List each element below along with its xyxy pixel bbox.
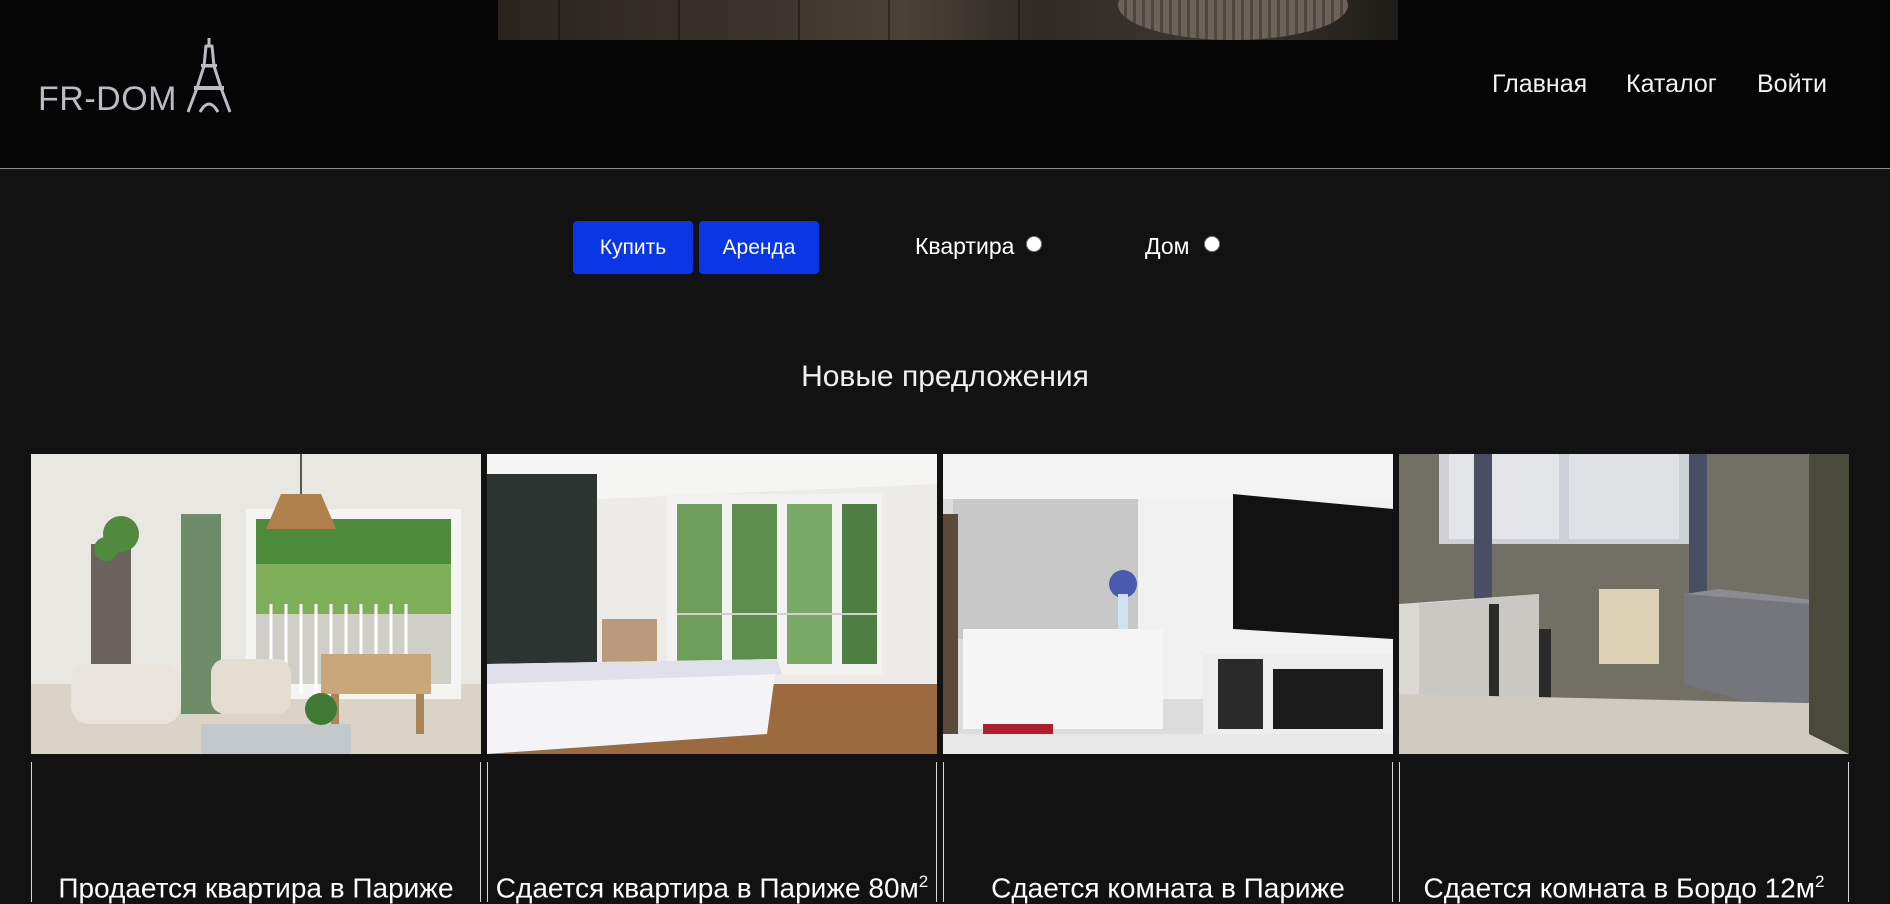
- listing-photo-living-room[interactable]: [31, 454, 481, 754]
- listing-photo-bedroom[interactable]: [487, 454, 937, 754]
- house-radio-label: Дом: [1145, 233, 1190, 259]
- listing-title[interactable]: Сдается комната в Париже: [943, 872, 1393, 904]
- listing-card[interactable]: Сдается комната в Бордо 12м2: [1399, 454, 1849, 903]
- listing-photo-kitchen[interactable]: [943, 454, 1393, 754]
- eiffel-tower-icon[interactable]: [183, 36, 235, 114]
- listing-photo-room[interactable]: [1399, 454, 1849, 754]
- apartment-radio-label: Квартира: [915, 233, 1015, 259]
- site-logo-text[interactable]: FR-DOM: [38, 80, 177, 119]
- nav-login-link[interactable]: Войти: [1757, 70, 1827, 99]
- apartment-radio[interactable]: [1026, 236, 1042, 252]
- listing-card[interactable]: Сдается комната в Париже: [943, 454, 1393, 903]
- listing-title[interactable]: Продается квартира в Париже: [31, 872, 481, 904]
- listing-title[interactable]: Сдается квартира в Париже 80м2: [487, 872, 937, 904]
- hero-image-strip: [498, 0, 1398, 40]
- listing-card[interactable]: Продается квартира в Париже: [31, 454, 481, 903]
- nav-home-link[interactable]: Главная: [1492, 70, 1587, 99]
- rent-button[interactable]: Аренда: [699, 221, 819, 274]
- section-title: Новые предложения: [801, 360, 1089, 393]
- house-radio[interactable]: [1204, 236, 1220, 252]
- buy-button[interactable]: Купить: [573, 221, 693, 274]
- listing-title[interactable]: Сдается комната в Бордо 12м2: [1399, 872, 1849, 904]
- listing-card[interactable]: Сдается квартира в Париже 80м2: [487, 454, 937, 903]
- nav-catalog-link[interactable]: Каталог: [1626, 70, 1717, 99]
- site-header: FR-DOM Главная Каталог Войти: [0, 0, 1890, 169]
